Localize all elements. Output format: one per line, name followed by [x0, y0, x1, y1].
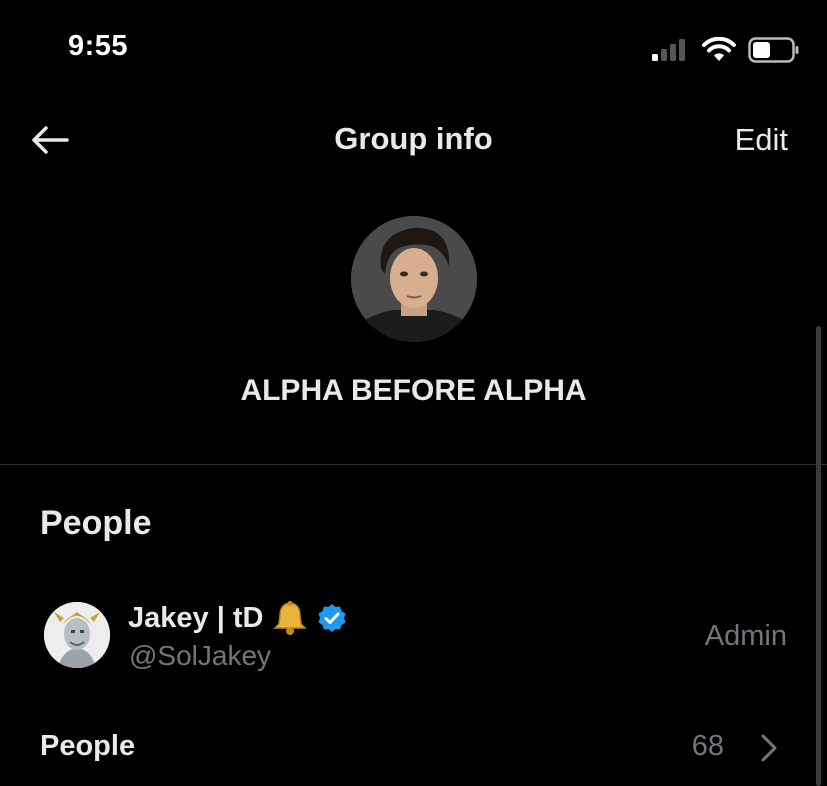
- group-name: ALPHA BEFORE ALPHA: [240, 374, 587, 407]
- member-handle: @SolJakey: [129, 640, 272, 671]
- cellular-signal-icon: [652, 39, 685, 61]
- edit-button[interactable]: Edit: [700, 122, 788, 158]
- member-avatar-image: [44, 602, 110, 668]
- wifi-icon: [702, 37, 736, 61]
- member-name: Jakey | tD: [128, 600, 347, 636]
- people-count-row[interactable]: People 68: [0, 718, 827, 778]
- status-icons: [650, 36, 800, 64]
- chevron-right-icon: [761, 734, 777, 762]
- people-row-label: People: [40, 730, 136, 762]
- member-role-badge: Admin: [704, 620, 787, 652]
- bell-icon: [273, 601, 308, 635]
- member-avatar: [44, 602, 110, 668]
- group-avatar-image: [351, 216, 477, 342]
- member-row[interactable]: Jakey | tD @SolJakey Admin: [0, 592, 810, 682]
- status-time: 9:55: [68, 30, 129, 62]
- battery-icon: [748, 37, 799, 63]
- group-avatar[interactable]: [351, 216, 477, 342]
- member-display-name: Jakey | tD: [128, 601, 264, 634]
- people-count: 68: [691, 730, 724, 762]
- scrollbar[interactable]: [816, 326, 821, 786]
- verified-badge-icon: [318, 604, 346, 632]
- section-divider: [0, 464, 827, 465]
- people-section-title: People: [40, 504, 152, 542]
